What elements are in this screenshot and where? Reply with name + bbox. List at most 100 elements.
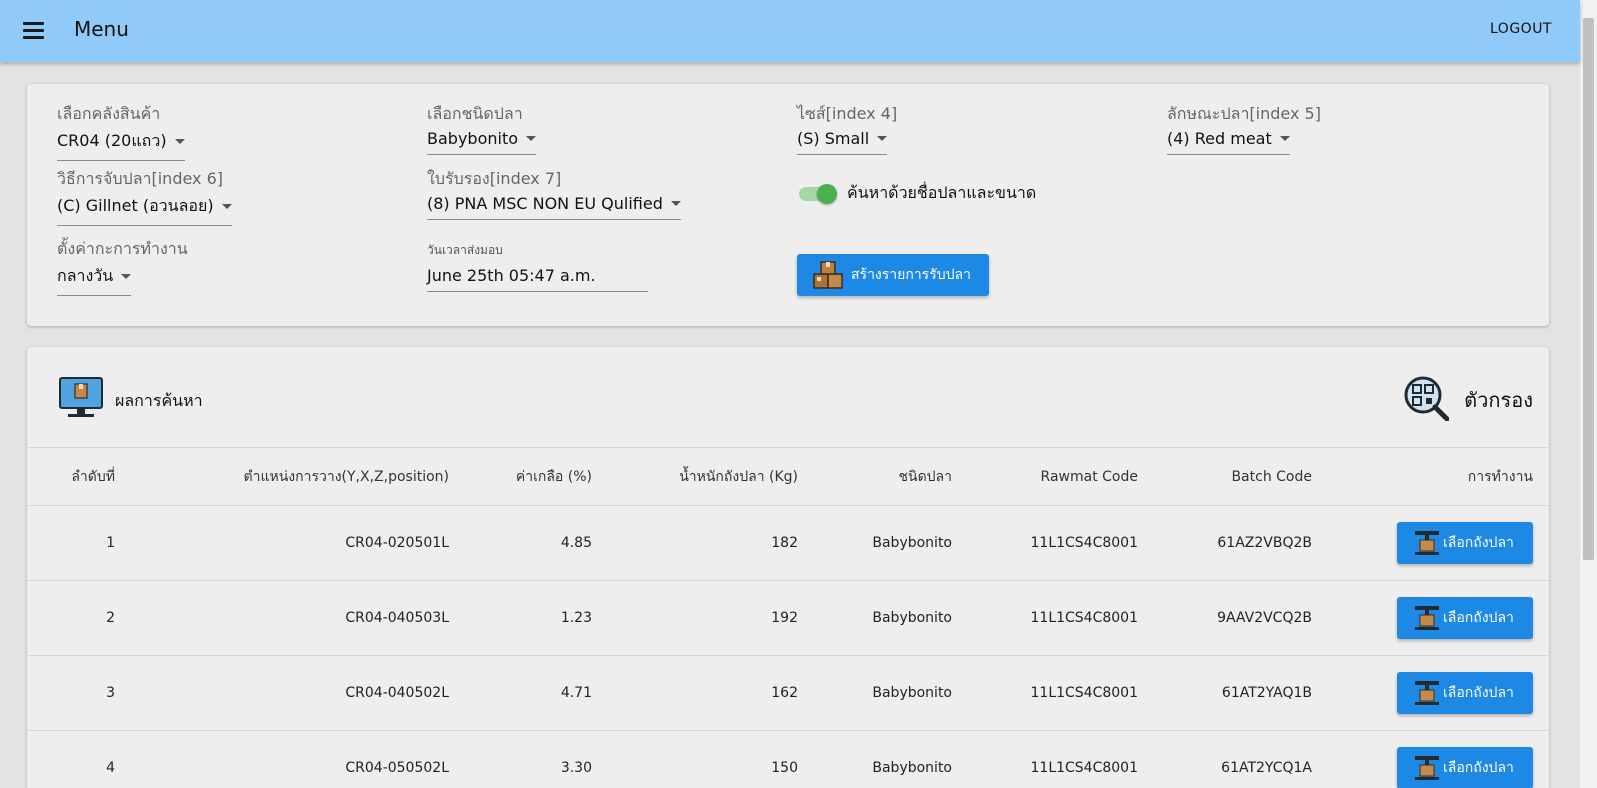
pick-tank-button[interactable]: เลือกถังปลา: [1397, 747, 1533, 788]
certificate-value: (8) PNA MSC NON EU Qulified: [427, 194, 663, 213]
results-header: ผลการค้นหา ตัวกรอง: [27, 347, 1549, 447]
cell-salt: 1.23: [465, 580, 608, 656]
chevron-down-icon: [526, 136, 536, 141]
logout-button[interactable]: LOGOUT: [1490, 21, 1552, 37]
pick-tank-button[interactable]: เลือกถังปลา: [1397, 597, 1533, 639]
catch-method-field: วิธีการจับปลา[index 6] (C) Gillnet (อวนล…: [57, 167, 232, 226]
cell-salt: 4.71: [465, 655, 608, 731]
cell-action: เลือกถังปลา: [1328, 505, 1549, 581]
delivery-date-label: วันเวลาส่งมอบ: [427, 243, 503, 257]
work-setting-select[interactable]: กลางวัน: [57, 262, 132, 296]
toggle-thumb[interactable]: [817, 183, 837, 204]
column-header-action: การทำงาน: [1328, 447, 1549, 506]
cell-rawmat: 11L1CS4C8001: [968, 505, 1154, 581]
results-table: ลำดับที่ ตำแหน่งการวาง(Y,X,Z,position) ค…: [27, 447, 1549, 788]
results-title: ผลการค้นหา: [115, 391, 203, 410]
column-header-salt: ค่าเกลือ (%): [465, 447, 608, 506]
fish-type-select[interactable]: Babybonito: [427, 127, 536, 155]
pick-tank-button[interactable]: เลือกถังปลา: [1397, 672, 1533, 714]
pick-tank-label: เลือกถังปลา: [1443, 760, 1514, 776]
catch-method-select[interactable]: (C) Gillnet (อวนลอย): [57, 192, 232, 226]
fish-character-select[interactable]: (4) Red meat: [1167, 127, 1290, 155]
cell-weight: 150: [608, 730, 814, 788]
receive-form-card: เลือกคลังสินค้า CR04 (20แถว) เลือกชนิดปล…: [27, 84, 1549, 326]
table-row: 3 CR04-040502L 4.71 162 Babybonito 11L1C…: [27, 655, 1549, 731]
cell-position: CR04-040503L: [131, 580, 465, 656]
certificate-select[interactable]: (8) PNA MSC NON EU Qulified: [427, 192, 681, 220]
pick-tank-label: เลือกถังปลา: [1443, 535, 1514, 551]
page-scrollbar[interactable]: [1580, 0, 1597, 788]
fish-character-value: (4) Red meat: [1167, 129, 1272, 148]
hamburger-menu-icon[interactable]: [23, 22, 44, 39]
delivery-date-field: วันเวลาส่งมอบ June 25th 05:47 a.m.: [427, 241, 648, 292]
crate-lift-icon: [1415, 756, 1439, 780]
search-by-name-size-toggle[interactable]: ค้นหาด้วยชื่อปลาและขนาด: [799, 181, 1036, 206]
column-header-no: ลำดับที่: [27, 447, 131, 506]
cell-salt: 4.85: [465, 505, 608, 581]
cell-batch: 61AZ2VBQ2B: [1154, 505, 1328, 581]
size-value: (S) Small: [797, 129, 870, 148]
scrollbar-thumb[interactable]: [1583, 18, 1594, 560]
fish-type-value: Babybonito: [427, 129, 518, 148]
table-row: 2 CR04-040503L 1.23 192 Babybonito 11L1C…: [27, 580, 1549, 656]
cell-position: CR04-050502L: [131, 730, 465, 788]
column-header-rawmat: Rawmat Code: [968, 447, 1154, 506]
warehouse-select[interactable]: CR04 (20แถว): [57, 127, 185, 161]
delivery-date-input[interactable]: June 25th 05:47 a.m.: [427, 260, 648, 292]
cell-fish: Babybonito: [814, 505, 968, 581]
chevron-down-icon: [670, 201, 681, 206]
size-label: ไซส์[index 4]: [797, 104, 898, 123]
size-select[interactable]: (S) Small: [797, 127, 888, 155]
warehouse-label: เลือกคลังสินค้า: [57, 104, 161, 123]
work-setting-value: กลางวัน: [57, 266, 114, 285]
work-setting-field: ตั้งค่ากะการทำงาน กลางวัน: [57, 237, 188, 296]
certificate-field: ใบรับรอง[index 7] (8) PNA MSC NON EU Qul…: [427, 167, 681, 220]
cell-no: 4: [27, 730, 131, 788]
pick-tank-label: เลือกถังปลา: [1443, 610, 1514, 626]
cell-fish: Babybonito: [814, 730, 968, 788]
size-field: ไซส์[index 4] (S) Small: [797, 102, 897, 155]
boxes-icon: [813, 261, 843, 289]
cell-action: เลือกถังปลา: [1328, 580, 1549, 656]
create-receive-button[interactable]: สร้างรายการรับปลา: [797, 254, 989, 296]
cell-rawmat: 11L1CS4C8001: [968, 580, 1154, 656]
warehouse-value: CR04 (20แถว): [57, 131, 167, 150]
column-header-weight: น้ำหนักถังปลา (Kg): [608, 447, 814, 506]
cell-no: 2: [27, 580, 131, 656]
cell-position: CR04-020501L: [131, 505, 465, 581]
fish-type-label: เลือกชนิดปลา: [427, 104, 523, 123]
pick-tank-button[interactable]: เลือกถังปลา: [1397, 522, 1533, 564]
cell-fish: Babybonito: [814, 580, 968, 656]
warehouse-field: เลือกคลังสินค้า CR04 (20แถว): [57, 102, 185, 161]
toggle-track[interactable]: [799, 183, 837, 204]
cell-batch: 61AT2YCQ1A: [1154, 730, 1328, 788]
cell-weight: 162: [608, 655, 814, 731]
column-header-fish: ชนิดปลา: [814, 447, 968, 506]
crate-lift-icon: [1415, 606, 1439, 630]
table-header-row: ลำดับที่ ตำแหน่งการวาง(Y,X,Z,position) ค…: [27, 447, 1549, 506]
chevron-down-icon: [174, 139, 185, 144]
app-title: Menu: [74, 17, 129, 41]
column-header-position: ตำแหน่งการวาง(Y,X,Z,position): [131, 447, 465, 506]
cell-no: 3: [27, 655, 131, 731]
fish-character-field: ลักษณะปลา[index 5] (4) Red meat: [1167, 102, 1321, 155]
table-row: 4 CR04-050502L 3.30 150 Babybonito 11L1C…: [27, 730, 1549, 788]
chevron-down-icon: [221, 204, 232, 209]
cell-weight: 192: [608, 580, 814, 656]
cell-weight: 182: [608, 505, 814, 581]
chevron-down-icon: [121, 274, 132, 279]
chevron-down-icon: [877, 136, 888, 141]
cell-batch: 61AT2YAQ1B: [1154, 655, 1328, 731]
certificate-label: ใบรับรอง[index 7]: [427, 169, 562, 188]
catch-method-value: (C) Gillnet (อวนลอย): [57, 196, 214, 215]
cell-fish: Babybonito: [814, 655, 968, 731]
work-setting-label: ตั้งค่ากะการทำงาน: [57, 239, 188, 258]
cell-rawmat: 11L1CS4C8001: [968, 730, 1154, 788]
crate-lift-icon: [1415, 531, 1439, 555]
magnifier-qr-icon[interactable]: [1403, 375, 1449, 421]
fish-character-label: ลักษณะปลา[index 5]: [1167, 104, 1321, 123]
crate-lift-icon: [1415, 681, 1439, 705]
create-button-label: สร้างรายการรับปลา: [851, 267, 971, 283]
cell-batch: 9AAV2VCQ2B: [1154, 580, 1328, 656]
filter-button[interactable]: ตัวกรอง: [1464, 384, 1533, 416]
